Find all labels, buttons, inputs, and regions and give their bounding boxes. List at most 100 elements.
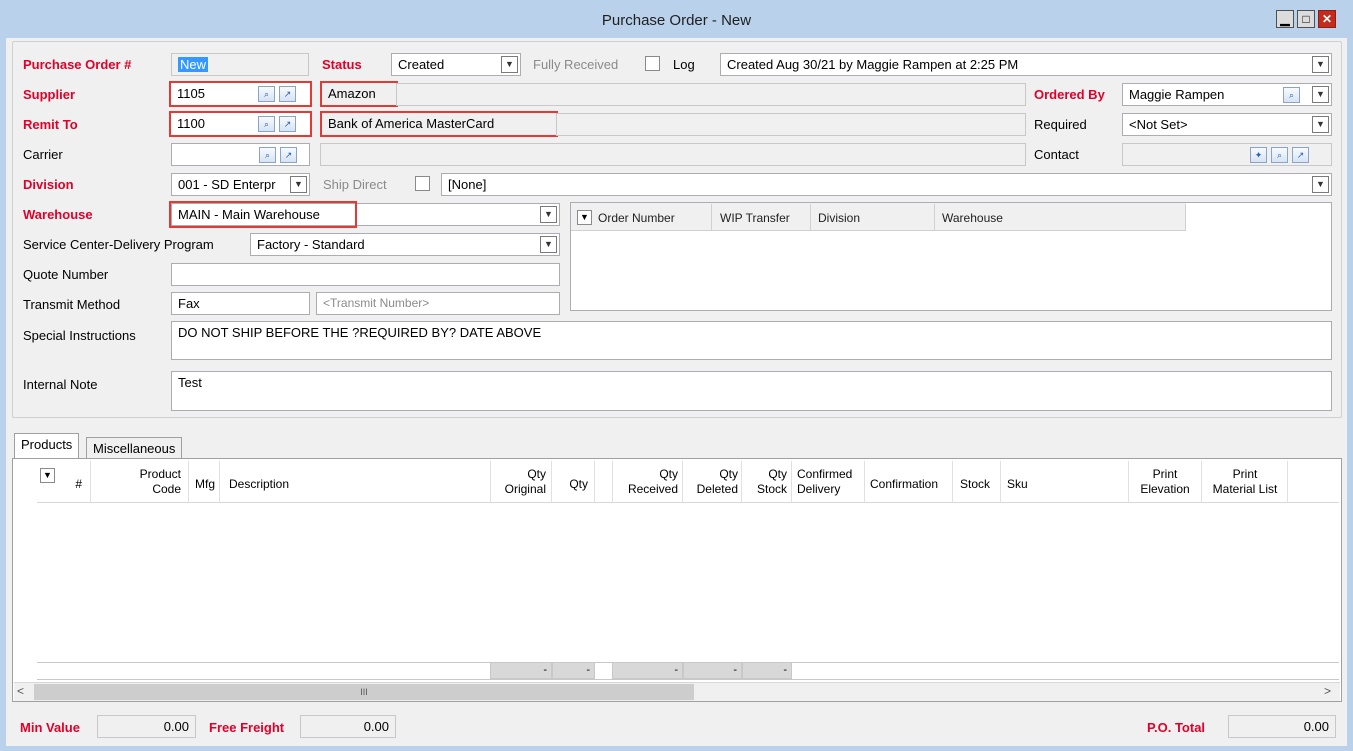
total-qty-received: - [612, 662, 683, 679]
col-print-material-list: Print Material List [1212, 467, 1278, 496]
ship-direct-label: Ship Direct [323, 177, 387, 192]
col-qty-deleted: Qty Deleted [696, 467, 738, 496]
col-qty: Qty [569, 477, 588, 491]
window-title: Purchase Order - New [601, 12, 752, 29]
search-icon[interactable]: ⌕ [258, 86, 275, 102]
chevron-down-icon[interactable]: ▼ [1312, 56, 1329, 73]
search-icon[interactable]: ⌕ [1283, 87, 1300, 103]
internal-note-input[interactable]: Test [171, 371, 1332, 411]
po-total-label: P.O. Total [1147, 720, 1206, 735]
scroll-thumb[interactable]: III [34, 684, 694, 700]
col-mfg: Mfg [194, 477, 215, 491]
warehouse-highlight [169, 201, 357, 228]
status-select[interactable]: Created ▼ [391, 53, 521, 76]
column-divider [188, 461, 189, 503]
transmit-method-value: Fax [178, 296, 200, 311]
chevron-down-icon[interactable]: ▼ [540, 236, 557, 253]
ordered-by-label: Ordered By [1034, 87, 1105, 102]
search-icon[interactable]: ⌕ [258, 116, 275, 132]
column-divider [864, 461, 865, 503]
warehouse-label: Warehouse [23, 207, 93, 222]
chevron-down-icon[interactable]: ▼ [290, 176, 307, 193]
scroll-right-arrow[interactable]: > [1324, 684, 1331, 698]
tab-miscellaneous[interactable]: Miscellaneous [86, 437, 183, 459]
column-divider [1128, 461, 1129, 503]
log-value: Created Aug 30/21 by Maggie Rampen at 2:… [727, 57, 1019, 72]
carrier-label: Carrier [23, 147, 63, 162]
supplier-code-field[interactable]: 1105 ⌕ ↗ [169, 81, 312, 107]
new-icon[interactable]: ✦ [1250, 147, 1267, 163]
required-select[interactable]: <Not Set> ▼ [1122, 113, 1332, 136]
column-divider [219, 461, 220, 503]
division-value: 001 - SD Enterpr [178, 177, 276, 192]
special-instructions-value: DO NOT SHIP BEFORE THE ?REQUIRED BY? DAT… [178, 325, 542, 340]
chevron-down-icon[interactable]: ▼ [1312, 86, 1329, 103]
chevron-down-icon[interactable]: ▼ [501, 56, 518, 73]
chevron-down-icon[interactable]: ▼ [40, 468, 55, 483]
transmit-method-label: Transmit Method [23, 297, 121, 312]
special-instructions-input[interactable]: DO NOT SHIP BEFORE THE ?REQUIRED BY? DAT… [171, 321, 1332, 360]
quote-number-input[interactable] [171, 263, 560, 286]
min-value-field: 0.00 [97, 715, 196, 738]
column-divider [952, 461, 953, 503]
tab-products[interactable]: Products [14, 433, 80, 459]
remit-code-field[interactable]: 1100 ⌕ ↗ [169, 111, 312, 137]
transmit-number-placeholder: <Transmit Number> [323, 296, 430, 310]
fully-received-label: Fully Received [533, 57, 619, 72]
ship-direct-value: [None] [448, 177, 487, 192]
scroll-left-arrow[interactable]: < [17, 684, 24, 698]
col-stock: Stock [960, 477, 991, 491]
remit-name-field: Bank of America MasterCard [320, 111, 558, 137]
supplier-name-extension [396, 83, 1026, 106]
supplier-label: Supplier [23, 87, 76, 102]
search-icon[interactable]: ⌕ [1271, 147, 1288, 163]
col-qty-original: Qty Original [504, 467, 546, 496]
column-divider [612, 461, 613, 503]
col-wip-transfer: WIP Transfer [720, 211, 790, 225]
carrier-code-field[interactable]: ⌕ ↗ [171, 143, 310, 166]
col-division: Division [818, 211, 861, 225]
po-number-field: New [171, 53, 309, 76]
ordered-by-select[interactable]: Maggie Rampen ⌕ ▼ [1122, 83, 1332, 106]
supplier-name-field: Amazon [320, 81, 398, 107]
service-center-select[interactable]: Factory - Standard ▼ [250, 233, 560, 256]
contact-field: ✦ ⌕ ↗ [1122, 143, 1332, 166]
minimize-button[interactable]: ▁ [1276, 10, 1294, 28]
chevron-down-icon[interactable]: ▼ [1312, 176, 1329, 193]
po-total-field: 0.00 [1228, 715, 1336, 738]
special-instructions-label: Special Instructions [23, 328, 136, 343]
col-warehouse: Warehouse [942, 211, 1003, 225]
ship-direct-checkbox[interactable] [415, 176, 430, 191]
total-qty-stock: - [742, 662, 792, 679]
status-value: Created [398, 57, 445, 72]
link-icon[interactable]: ↗ [280, 147, 297, 163]
status-label: Status [322, 57, 362, 72]
division-label: Division [23, 177, 74, 192]
column-divider [1000, 461, 1001, 503]
quote-number-label: Quote Number [23, 267, 109, 282]
required-label: Required [1034, 117, 1087, 132]
chevron-down-icon[interactable]: ▼ [540, 206, 557, 223]
col-description: Description [229, 477, 290, 491]
link-icon[interactable]: ↗ [279, 86, 296, 102]
maximize-button[interactable]: □ [1297, 10, 1315, 28]
chevron-down-icon[interactable]: ▼ [577, 210, 592, 225]
column-divider [791, 461, 792, 503]
column-divider [490, 461, 491, 503]
ordered-by-value: Maggie Rampen [1129, 87, 1225, 102]
search-icon[interactable]: ⌕ [259, 147, 276, 163]
chevron-down-icon[interactable]: ▼ [1312, 116, 1329, 133]
link-icon[interactable]: ↗ [1292, 147, 1309, 163]
column-divider [741, 461, 742, 503]
column-divider [1287, 461, 1288, 503]
col-row-number: # [75, 477, 82, 491]
transmit-method-input[interactable]: Fax [171, 292, 310, 315]
close-button[interactable]: ✕ [1318, 10, 1336, 28]
division-select[interactable]: 001 - SD Enterpr ▼ [171, 173, 310, 196]
transmit-number-input[interactable]: <Transmit Number> [316, 292, 560, 315]
log-select[interactable]: Created Aug 30/21 by Maggie Rampen at 2:… [720, 53, 1332, 76]
ship-direct-select[interactable]: [None] ▼ [441, 173, 1332, 196]
fully-received-checkbox[interactable] [645, 56, 660, 71]
link-icon[interactable]: ↗ [279, 116, 296, 132]
internal-note-value: Test [178, 375, 202, 390]
